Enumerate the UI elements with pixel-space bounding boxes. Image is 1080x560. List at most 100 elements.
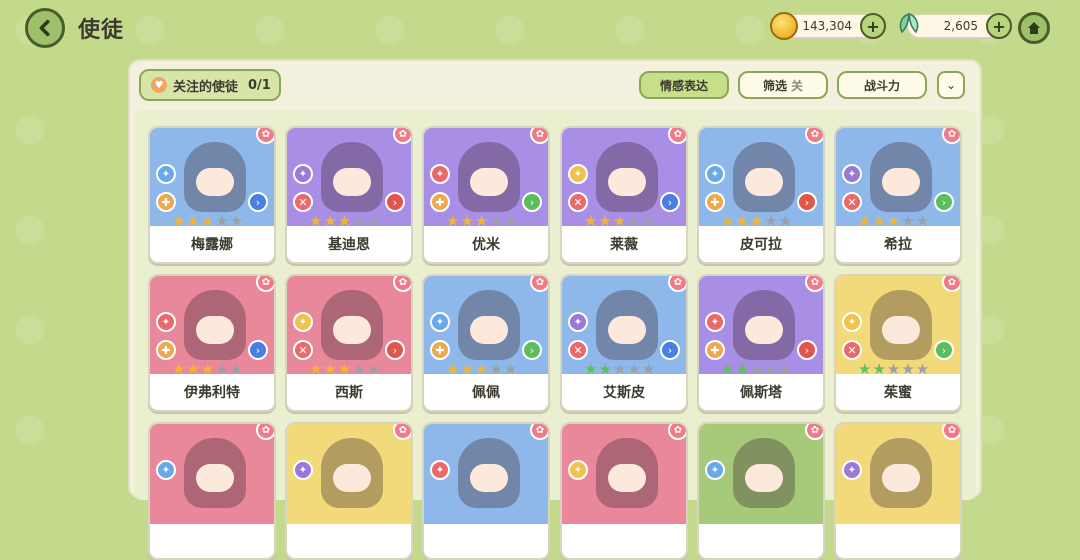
apostle-name: 皮可拉 <box>699 226 823 262</box>
role-icon: ✚ <box>705 192 725 212</box>
apostle-name: 基迪恩 <box>287 226 411 262</box>
apostle-name: 佩斯塔 <box>699 374 823 410</box>
role-icon: ✚ <box>156 340 176 360</box>
element-icon: ✦ <box>568 164 588 184</box>
apostle-face <box>333 464 371 492</box>
filter-state: 关 <box>791 78 804 93</box>
apostle-name: 西斯 <box>287 374 411 410</box>
apostle-face <box>196 464 234 492</box>
filter-label: 筛选 <box>762 78 787 93</box>
apostle-card[interactable]: ✦ ✚ › ★ ★ ★ ★ ★ 佩佩 ✿ <box>422 274 550 412</box>
apostle-card[interactable]: ✦ ✿ <box>148 422 276 560</box>
follow-label: 关注的使徒 <box>173 79 239 95</box>
apostle-face <box>882 464 920 492</box>
apostle-face <box>882 168 920 196</box>
chevron-right-icon: › <box>522 192 542 212</box>
role-icon: ✚ <box>430 192 450 212</box>
add-gems-button[interactable]: + <box>986 13 1012 39</box>
gem-counter: 2,605 + <box>899 10 1012 42</box>
element-icon: ✦ <box>568 312 588 332</box>
power-label: 战斗力 <box>863 78 900 93</box>
apostle-card[interactable]: ✦ ✚ › ★ ★ ★ ★ ★ 皮可拉 ✿ <box>697 126 825 264</box>
apostle-face <box>608 464 646 492</box>
apostle-card[interactable]: ✦ ✕ › ★ ★ ★ ★ ★ 莱薇 ✿ <box>560 126 688 264</box>
apostle-card[interactable]: ✦ ✕ › ★ ★ ★ ★ ★ 西斯 ✿ <box>285 274 413 412</box>
element-icon: ✦ <box>156 460 176 480</box>
home-icon <box>1028 22 1040 34</box>
element-icon: ✦ <box>705 312 725 332</box>
chevron-right-icon: › <box>248 192 268 212</box>
chevron-right-icon: › <box>385 192 405 212</box>
apostle-card[interactable]: ✦ ✿ <box>285 422 413 560</box>
power-sort-button[interactable]: 战斗力 <box>837 71 927 99</box>
element-icon: ✦ <box>842 164 862 184</box>
apostle-face <box>470 464 508 492</box>
element-icon: ✦ <box>293 460 313 480</box>
element-icon: ✦ <box>430 312 450 332</box>
role-icon: ✕ <box>842 340 862 360</box>
chevron-right-icon: › <box>797 192 817 212</box>
coin-counter: 143,304 + <box>770 10 886 42</box>
chevron-right-icon: › <box>797 340 817 360</box>
chevron-right-icon: › <box>385 340 405 360</box>
apostle-card[interactable]: ✦ ✕ › ★ ★ ★ ★ ★ 希拉 ✿ <box>834 126 962 264</box>
apostle-face <box>470 316 508 344</box>
apostle-face <box>333 168 371 196</box>
role-icon: ✕ <box>293 340 313 360</box>
element-icon: ✦ <box>430 460 450 480</box>
role-icon: ✚ <box>156 192 176 212</box>
apostle-card[interactable]: ✦ ✚ › ★ ★ ★ ★ ★ 伊弗利特 ✿ <box>148 274 276 412</box>
apostle-name: 艾斯皮 <box>562 374 686 410</box>
apostle-face <box>745 316 783 344</box>
double-chevron-down-icon: ⌄ <box>945 78 957 92</box>
role-icon: ✕ <box>568 192 588 212</box>
apostle-name: 优米 <box>424 226 548 262</box>
followed-apostles-toggle[interactable]: ♥ 关注的使徒 0/1 <box>139 69 281 101</box>
apostle-name: 茱蜜 <box>836 374 960 410</box>
element-icon: ✦ <box>430 164 450 184</box>
element-icon: ✦ <box>156 164 176 184</box>
apostle-card[interactable]: ✦ ✚ › ★ ★ ★ ★ ★ 梅露娜 ✿ <box>148 126 276 264</box>
apostle-face <box>196 316 234 344</box>
apostle-card[interactable]: ✦ ✕ › ★ ★ ★ ★ ★ 艾斯皮 ✿ <box>560 274 688 412</box>
emotion-button[interactable]: 情感表达 <box>639 71 729 99</box>
role-icon: ✕ <box>293 192 313 212</box>
collapse-button[interactable]: ⌄ <box>937 71 965 99</box>
filter-button[interactable]: 筛选 关 <box>738 71 828 99</box>
apostle-card[interactable]: ✦ ✿ <box>834 422 962 560</box>
apostle-face <box>882 316 920 344</box>
apostle-face <box>196 168 234 196</box>
coin-icon <box>770 12 798 40</box>
chevron-right-icon: › <box>522 340 542 360</box>
element-icon: ✦ <box>842 460 862 480</box>
chevron-right-icon: › <box>934 340 954 360</box>
back-button[interactable] <box>25 8 65 48</box>
page-title: 使徒 <box>78 18 125 43</box>
role-icon: ✚ <box>430 340 450 360</box>
apostle-card[interactable]: ✦ ✚ › ★ ★ ★ ★ ★ 优米 ✿ <box>422 126 550 264</box>
gem-amount: 2,605 <box>943 19 978 33</box>
element-icon: ✦ <box>568 460 588 480</box>
emotion-label: 情感表达 <box>659 78 708 93</box>
chevron-right-icon: › <box>934 192 954 212</box>
apostle-card[interactable]: ✦ ✿ <box>422 422 550 560</box>
apostle-name: 梅露娜 <box>150 226 274 262</box>
apostle-name: 伊弗利特 <box>150 374 274 410</box>
apostle-name: 希拉 <box>836 226 960 262</box>
element-icon: ✦ <box>705 460 725 480</box>
apostle-card[interactable]: ✦ ✕ › ★ ★ ★ ★ ★ 茱蜜 ✿ <box>834 274 962 412</box>
role-icon: ✕ <box>568 340 588 360</box>
apostle-card[interactable]: ✦ ✚ › ★ ★ ★ ★ ★ 佩斯塔 ✿ <box>697 274 825 412</box>
home-button[interactable] <box>1018 12 1050 44</box>
apostle-card[interactable]: ✦ ✕ › ★ ★ ★ ★ ★ 基迪恩 ✿ <box>285 126 413 264</box>
apostle-name: 佩佩 <box>424 374 548 410</box>
apostle-card[interactable]: ✦ ✿ <box>697 422 825 560</box>
apostle-face <box>745 464 783 492</box>
apostle-face <box>470 168 508 196</box>
chevron-left-icon <box>39 19 50 37</box>
apostle-face <box>608 168 646 196</box>
add-coins-button[interactable]: + <box>860 13 886 39</box>
apostle-card[interactable]: ✦ ✿ <box>560 422 688 560</box>
element-icon: ✦ <box>156 312 176 332</box>
element-icon: ✦ <box>293 164 313 184</box>
